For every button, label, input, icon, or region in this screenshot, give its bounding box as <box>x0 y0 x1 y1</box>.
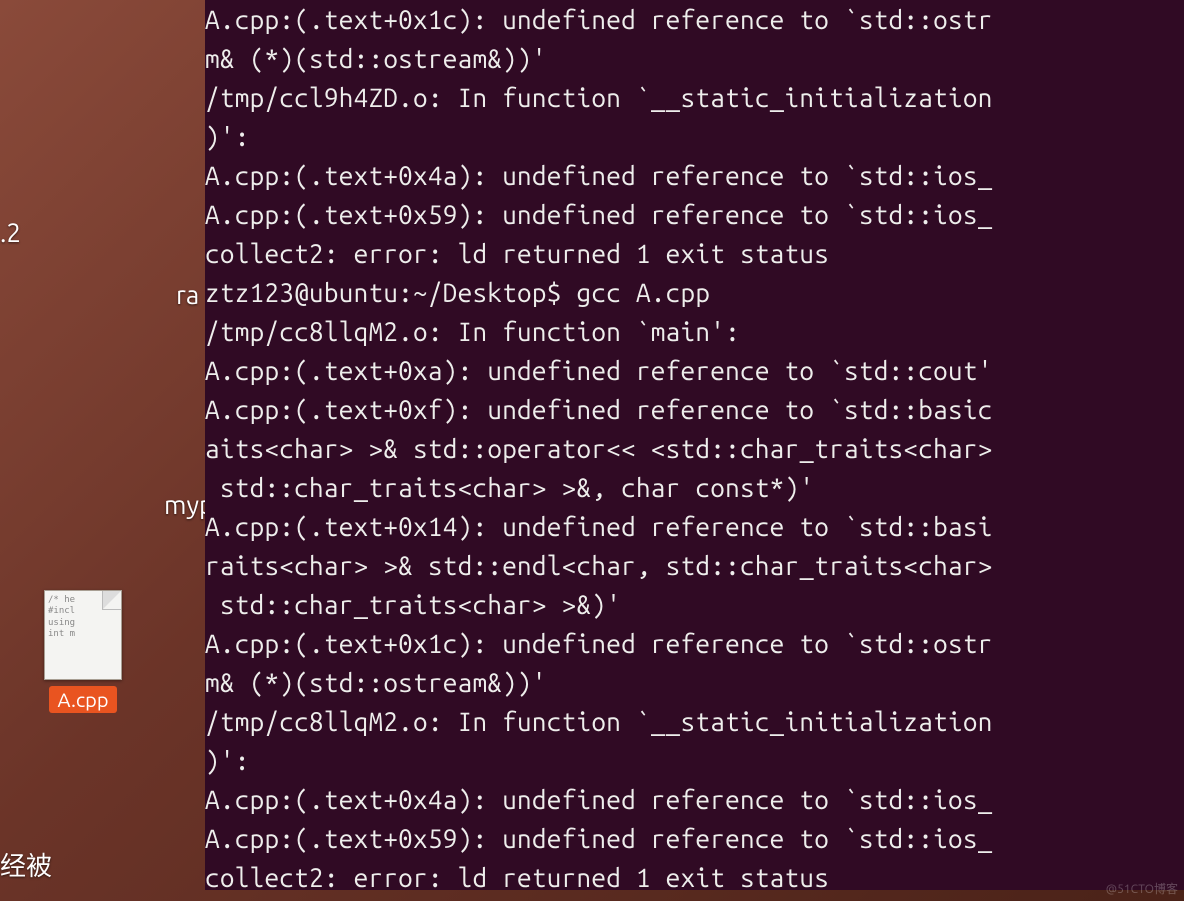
watermark: @51CTO博客 <box>1106 880 1178 897</box>
desktop-icon-label-ra: ra <box>176 280 199 309</box>
file-label: A.cpp <box>49 686 116 713</box>
terminal-window[interactable]: A.cpp:(.text+0x1c): undefined reference … <box>205 0 1184 890</box>
desktop: .2 ra myp 经被 /* he #incl using int m A.c… <box>0 0 1184 901</box>
file-icon: /* he #incl using int m <box>44 590 122 680</box>
terminal-output[interactable]: A.cpp:(.text+0x1c): undefined reference … <box>205 0 1184 890</box>
desktop-file-acpp[interactable]: /* he #incl using int m A.cpp <box>38 590 128 713</box>
desktop-fragment-version: .2 <box>0 218 21 247</box>
desktop-trash-label: 经被 <box>0 846 52 883</box>
